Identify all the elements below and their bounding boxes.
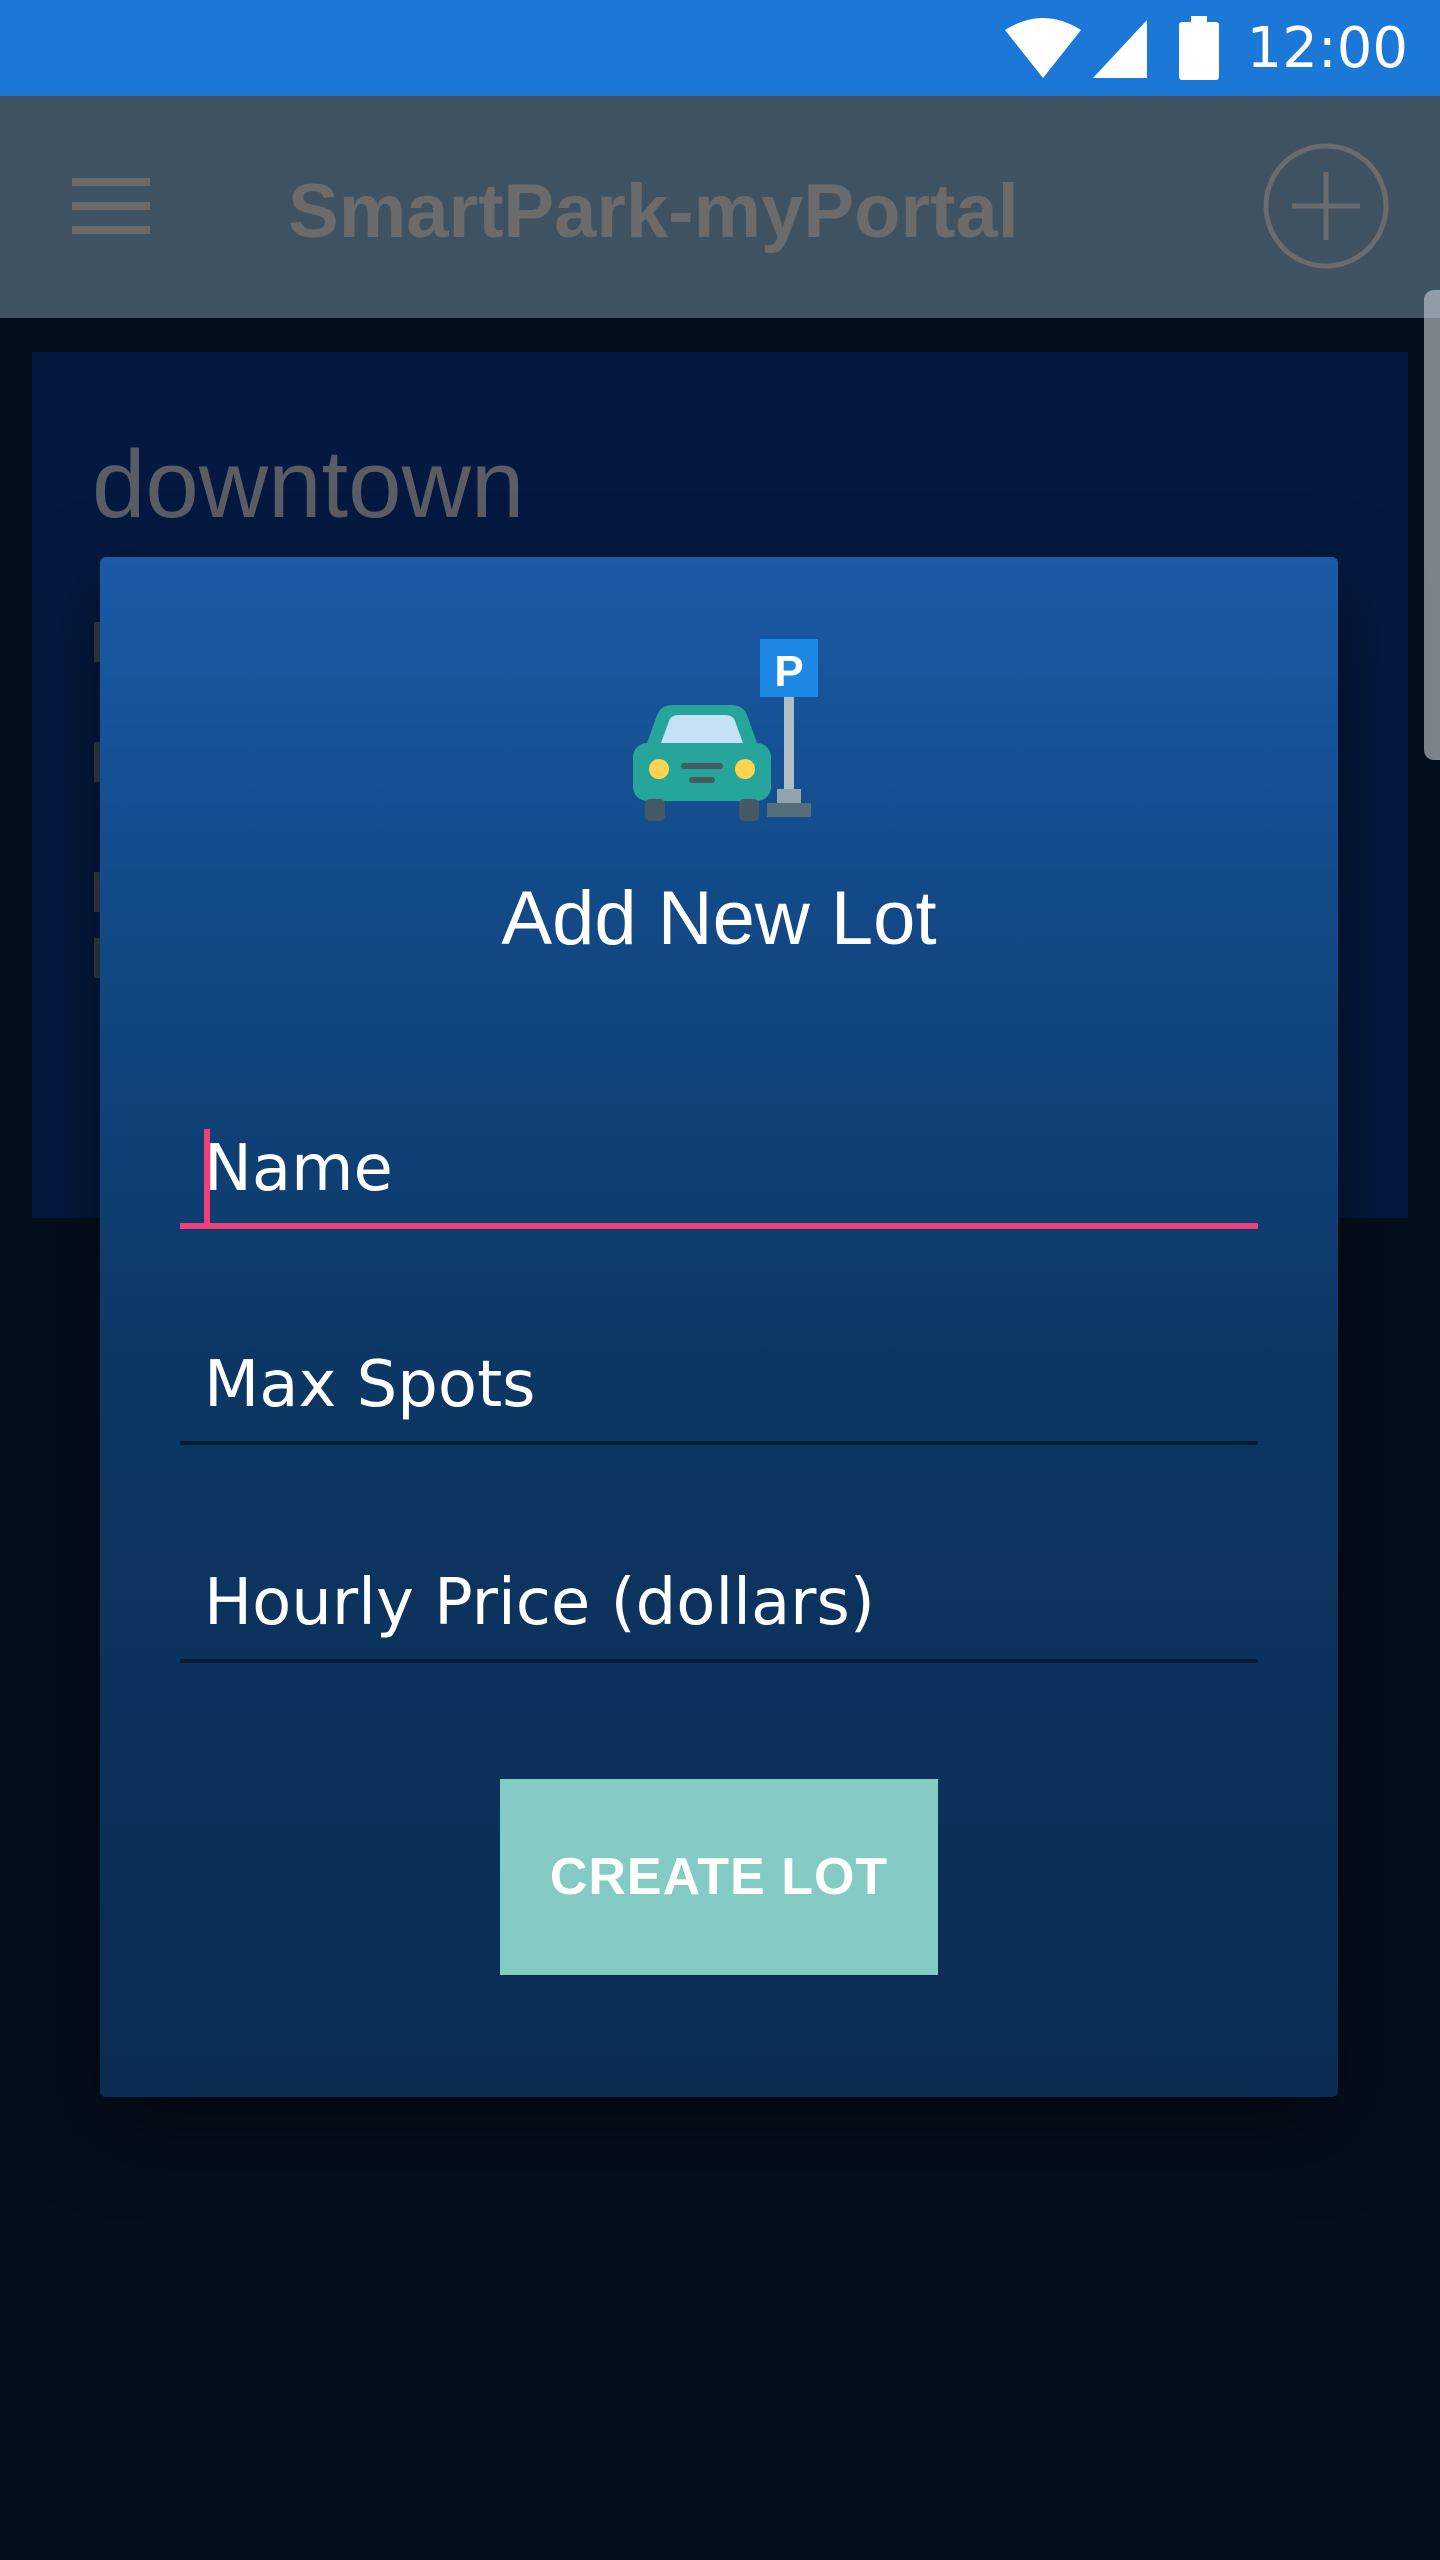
signal-icon <box>1091 16 1149 80</box>
name-field <box>180 1109 1258 1229</box>
add-lot-dialog: P Add New Lot CREATE LOT <box>100 557 1338 2097</box>
max-spots-input[interactable] <box>180 1325 1258 1445</box>
dialog-title: Add New Lot <box>501 876 937 961</box>
create-lot-button[interactable]: CREATE LOT <box>500 1779 938 1975</box>
status-bar: 12:00 <box>0 0 1440 96</box>
max-spots-field <box>180 1325 1258 1445</box>
wifi-icon <box>1003 16 1083 80</box>
lot-card-title: downtown <box>92 431 525 538</box>
app-toolbar: SmartPark-myPortal <box>0 96 1440 318</box>
parked-car-icon: P <box>615 619 825 834</box>
app-title: SmartPark-myPortal <box>288 169 1019 254</box>
name-input[interactable] <box>180 1109 1258 1229</box>
text-caret <box>204 1129 210 1223</box>
add-circle-icon[interactable] <box>1262 142 1390 270</box>
scroll-handle[interactable] <box>1424 290 1440 760</box>
status-time: 12:00 <box>1246 15 1408 81</box>
max-spots-field-underline <box>180 1441 1258 1445</box>
hourly-price-field <box>180 1543 1258 1663</box>
hourly-price-field-underline <box>180 1659 1258 1663</box>
name-field-underline <box>180 1223 1258 1229</box>
status-icons: 12:00 <box>1003 0 1440 96</box>
battery-icon <box>1178 16 1219 80</box>
parking-sign-letter: P <box>774 647 803 696</box>
menu-icon[interactable] <box>72 176 150 236</box>
hourly-price-input[interactable] <box>180 1543 1258 1663</box>
